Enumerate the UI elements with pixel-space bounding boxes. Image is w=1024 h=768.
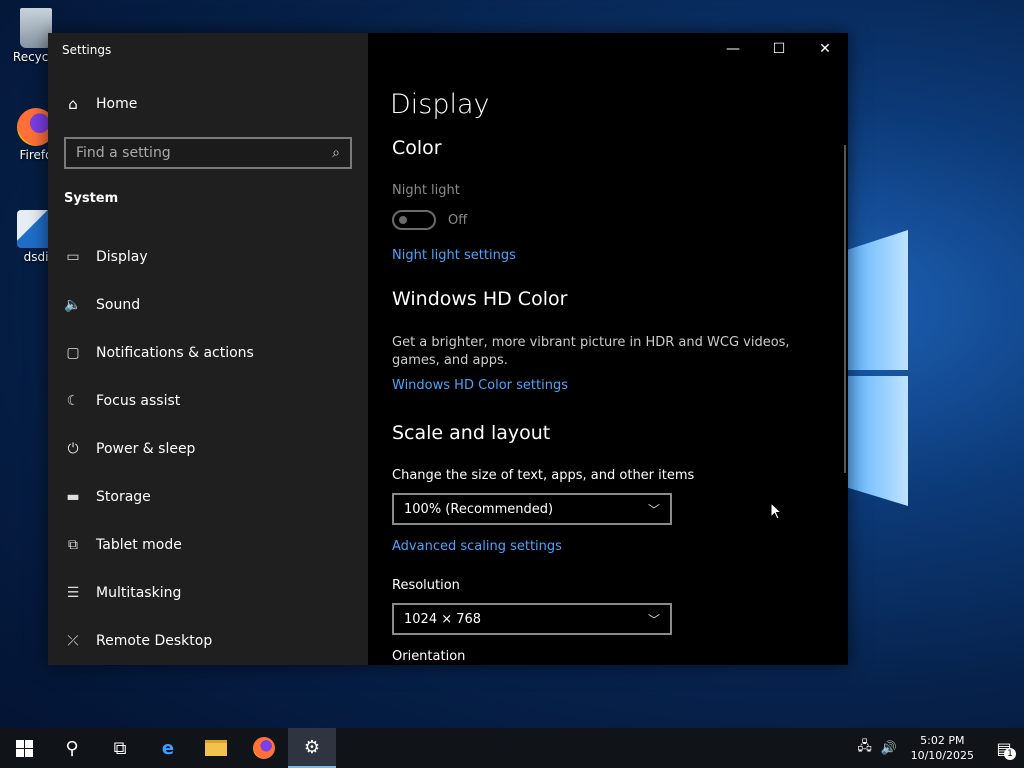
folder-icon <box>205 740 227 756</box>
sidebar-item-notifications[interactable]: ▢ Notifications & actions <box>48 329 368 377</box>
settings-window: Settings ⌂ Home Find a setting ⌕ System … <box>48 33 848 665</box>
sidebar-item-remote-desktop[interactable]: ⤫ Remote Desktop <box>48 617 368 665</box>
windows-logo-icon <box>15 739 33 757</box>
search-input[interactable]: Find a setting ⌕ <box>64 137 352 169</box>
sidebar-item-multitasking[interactable]: ☰ Multitasking <box>48 569 368 617</box>
notification-icon: ▢ <box>66 345 80 361</box>
night-light-settings-link[interactable]: Night light settings <box>392 248 516 263</box>
taskbar-firefox[interactable] <box>240 728 288 768</box>
sidebar-item-display[interactable]: ▭ Display <box>48 233 368 281</box>
window-controls: — ☐ ✕ <box>710 33 848 65</box>
sidebar-item-power-sleep[interactable]: ⏻ Power & sleep <box>48 425 368 473</box>
minimize-button[interactable]: — <box>710 33 756 65</box>
toggle-knob <box>399 216 407 224</box>
resolution-label: Resolution <box>392 578 460 593</box>
scale-label: Change the size of text, apps, and other… <box>392 468 695 483</box>
sidebar-item-label: Tablet mode <box>96 537 182 553</box>
sidebar-item-sound[interactable]: 🔈 Sound <box>48 281 368 329</box>
night-light-label: Night light <box>392 183 460 198</box>
resolution-value: 1024 × 768 <box>404 611 482 627</box>
display-icon: ▭ <box>66 249 80 265</box>
hd-color-settings-link[interactable]: Windows HD Color settings <box>392 378 568 393</box>
clock-time: 5:02 PM <box>920 734 965 747</box>
search-icon: ⌕ <box>332 145 340 161</box>
taskbar-edge[interactable]: e <box>144 728 192 768</box>
section-label-system: System <box>64 191 119 206</box>
taskbar: ⚲ ⧉ e ⚙ 🖧 🔊 5:02 PM 10/10/2025 ▤ 1 <box>0 728 1024 768</box>
home-label: Home <box>96 96 138 112</box>
moon-icon: ☾ <box>66 393 80 409</box>
chevron-down-icon: ﹀ <box>647 502 660 517</box>
clock[interactable]: 5:02 PM 10/10/2025 <box>901 733 984 763</box>
sidebar-nav: ▭ Display 🔈 Sound ▢ Notifications & acti… <box>48 233 368 665</box>
task-view-button[interactable]: ⧉ <box>96 728 144 768</box>
speaker-icon: 🔈 <box>64 297 82 313</box>
home-nav-item[interactable]: ⌂ Home <box>64 95 137 113</box>
clock-date: 10/10/2025 <box>910 749 974 762</box>
sidebar-item-label: Storage <box>96 489 151 505</box>
scale-layout-heading: Scale and layout <box>392 422 551 444</box>
close-button[interactable]: ✕ <box>802 33 848 65</box>
scale-dropdown[interactable]: 100% (Recommended) ﹀ <box>392 493 672 525</box>
sidebar: Settings ⌂ Home Find a setting ⌕ System … <box>48 33 368 665</box>
notification-count: 1 <box>1004 748 1016 760</box>
chevron-down-icon: ﹀ <box>647 612 660 627</box>
power-icon: ⏻ <box>67 441 79 457</box>
window-title: Settings <box>62 43 112 57</box>
action-center-button[interactable]: ▤ 1 <box>984 728 1024 768</box>
storage-icon: ▬ <box>66 489 80 505</box>
advanced-scaling-link[interactable]: Advanced scaling settings <box>392 539 562 554</box>
maximize-button[interactable]: ☐ <box>756 33 802 65</box>
orientation-label: Orientation <box>392 649 466 664</box>
task-view-icon: ⧉ <box>113 737 127 759</box>
start-button[interactable] <box>0 728 48 768</box>
night-light-state: Off <box>448 213 468 228</box>
search-icon: ⚲ <box>65 737 79 759</box>
resolution-dropdown[interactable]: 1024 × 768 ﹀ <box>392 603 672 635</box>
firefox-icon <box>253 737 275 759</box>
sidebar-item-label: Notifications & actions <box>96 345 254 361</box>
gear-icon: ⚙ <box>303 736 321 758</box>
ie-icon: e <box>161 737 175 759</box>
tablet-icon: ⧉ <box>68 537 78 553</box>
sidebar-item-label: Sound <box>96 297 141 313</box>
hd-color-description: Get a brighter, more vibrant picture in … <box>392 335 790 368</box>
system-tray: 🖧 🔊 5:02 PM 10/10/2025 ▤ 1 <box>853 728 1024 768</box>
home-icon: ⌂ <box>68 95 78 113</box>
desktop-icon-label: dsdi <box>23 250 49 264</box>
search-button[interactable]: ⚲ <box>48 728 96 768</box>
sidebar-item-storage[interactable]: ▬ Storage <box>48 473 368 521</box>
wallpaper-logo <box>848 230 912 510</box>
sidebar-item-label: Power & sleep <box>96 441 196 457</box>
remote-desktop-icon: ⤫ <box>67 633 79 649</box>
night-light-toggle[interactable] <box>392 210 436 230</box>
sidebar-item-tablet-mode[interactable]: ⧉ Tablet mode <box>48 521 368 569</box>
search-placeholder: Find a setting <box>76 145 171 161</box>
scrollbar[interactable] <box>844 145 846 473</box>
sidebar-item-focus-assist[interactable]: ☾ Focus assist <box>48 377 368 425</box>
sidebar-item-label: Focus assist <box>96 393 181 409</box>
page-title: Display <box>390 89 490 120</box>
scale-value: 100% (Recommended) <box>404 501 554 517</box>
multitask-icon: ☰ <box>66 585 80 601</box>
sidebar-item-label: Display <box>96 249 148 265</box>
volume-icon[interactable]: 🔊 <box>877 741 901 756</box>
network-icon[interactable]: 🖧 <box>853 737 877 759</box>
mouse-cursor-icon <box>770 502 782 520</box>
sidebar-item-label: Remote Desktop <box>96 633 213 649</box>
hd-color-heading: Windows HD Color <box>392 288 568 310</box>
taskbar-file-explorer[interactable] <box>192 728 240 768</box>
taskbar-settings[interactable]: ⚙ <box>288 728 336 768</box>
color-heading: Color <box>392 137 442 159</box>
sidebar-item-label: Multitasking <box>96 585 182 601</box>
